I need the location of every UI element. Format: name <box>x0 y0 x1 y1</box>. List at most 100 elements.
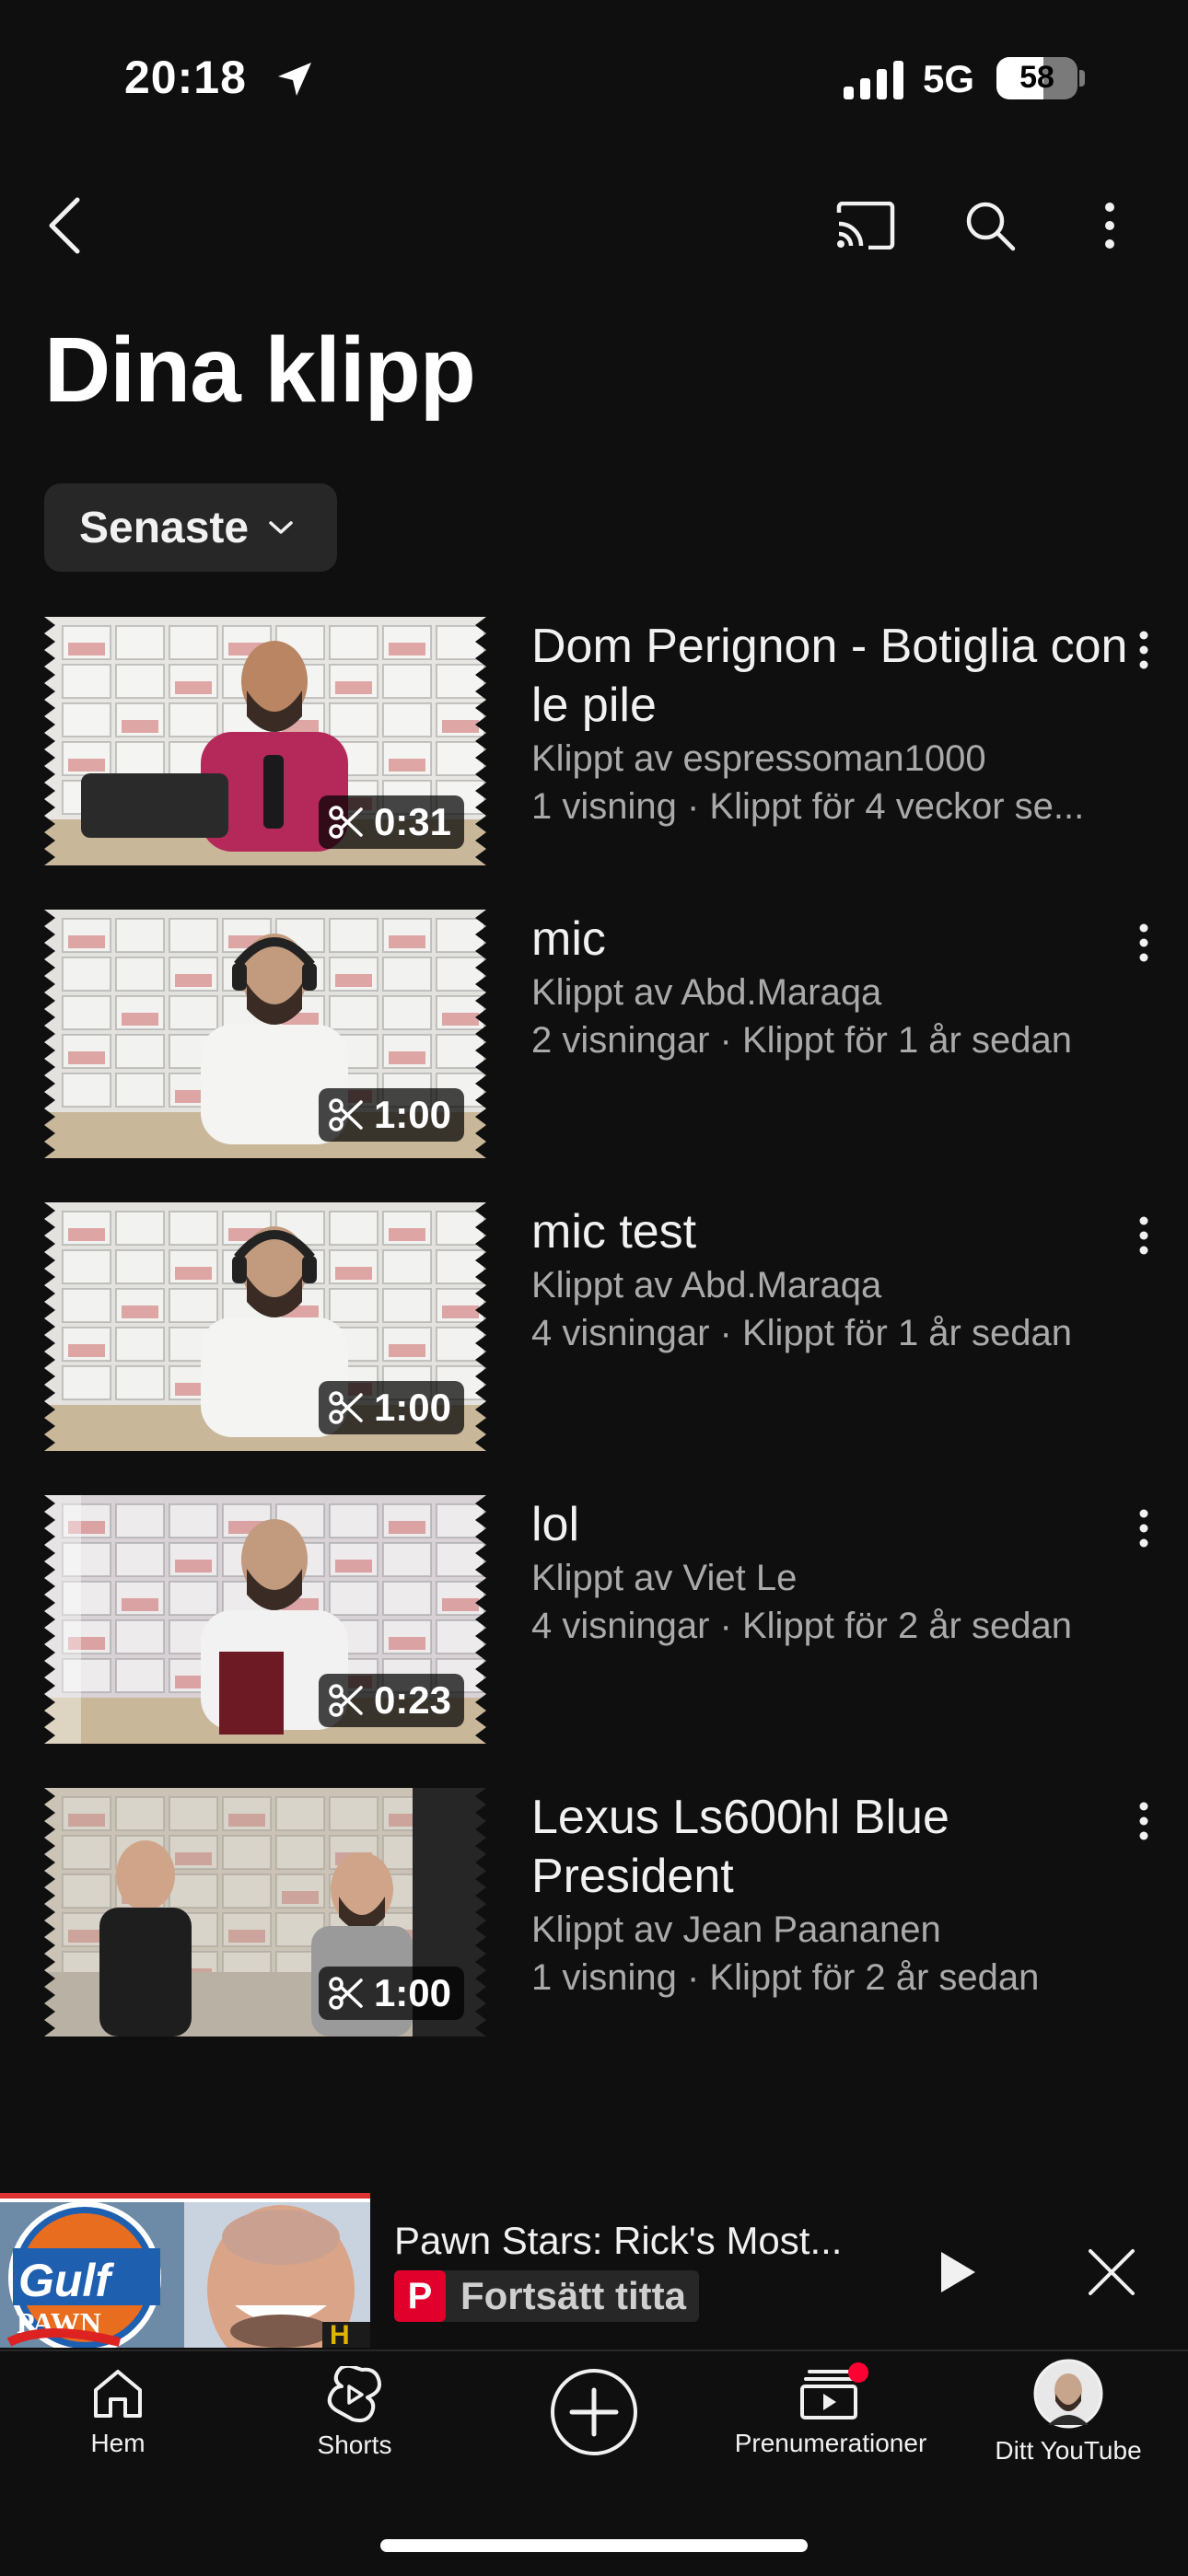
miniplayer-play-button[interactable] <box>926 2237 990 2307</box>
clip-more-button[interactable] <box>1125 1206 1162 1265</box>
close-icon <box>1089 2249 1135 2295</box>
clip-list-item[interactable]: 0:23 lol Klippt av Viet Le 4 visningar · Kl… <box>0 1495 1188 1744</box>
more-vertical-icon <box>1139 923 1148 962</box>
clip-more-button[interactable] <box>1125 913 1162 972</box>
nav-subscriptions[interactable]: Prenumerationer <box>720 2362 941 2477</box>
clip-list-item[interactable]: 1:00 mic test Klippt av Abd.Maraqa 4 visnin… <box>0 1202 1188 1451</box>
scissors-icon <box>329 1391 363 1424</box>
nav-home-label: Hem <box>90 2429 146 2457</box>
clip-stats: 1 visning · Klippt för 2 år sedan <box>531 1957 1040 1998</box>
more-vertical-icon <box>1139 631 1148 669</box>
more-vertical-icon <box>1139 1509 1148 1548</box>
more-options-button[interactable] <box>1077 189 1142 262</box>
clip-more-button[interactable] <box>1125 1499 1162 1558</box>
scissors-icon <box>329 1098 363 1131</box>
clip-thumbnail[interactable]: 1:00 <box>44 1788 486 2036</box>
continue-watching-chip[interactable]: P Fortsätt titta <box>394 2270 699 2322</box>
clip-title: lol <box>531 1498 580 1551</box>
clip-duration-badge: 0:23 <box>318 1674 464 1727</box>
location-arrow-icon <box>278 63 311 96</box>
clip-duration: 0:23 <box>373 1678 451 1722</box>
clip-meta[interactable]: Lexus Ls600hl Blue President Klippt av Je… <box>531 1788 1158 2002</box>
clip-duration: 1:00 <box>373 1971 451 2014</box>
scissors-icon <box>329 806 363 839</box>
clip-duration: 1:00 <box>373 1386 451 1429</box>
clip-author: Klippt av Viet Le <box>531 1558 798 1598</box>
clip-title: Lexus Ls600hl Blue President <box>531 1791 949 1903</box>
page-title: Dina klipp <box>44 319 476 422</box>
clip-title: Dom Perignon - Botiglia con le pile <box>531 620 1128 732</box>
clip-thumbnail[interactable]: 1:00 <box>44 910 486 1158</box>
clip-stats: 2 visningar · Klippt för 1 år sedan <box>531 1020 1072 1061</box>
cast-icon <box>836 202 895 249</box>
nav-you[interactable]: Ditt YouTube <box>958 2359 1179 2477</box>
clip-title: mic <box>531 912 606 966</box>
clip-meta[interactable]: Dom Perignon - Botiglia con le pile Klipp… <box>531 617 1158 830</box>
nav-home[interactable]: Hem <box>7 2366 228 2477</box>
nav-you-label: Ditt YouTube <box>995 2436 1142 2465</box>
clip-author: Klippt av espressoman1000 <box>531 738 986 779</box>
home-icon <box>94 2370 142 2418</box>
nav-shorts-label: Shorts <box>317 2431 392 2459</box>
clip-stats: 4 visningar · Klippt för 1 år sedan <box>531 1313 1072 1353</box>
clip-meta[interactable]: mic test Klippt av Abd.Maraqa 4 visningar … <box>531 1202 1158 1357</box>
play-icon <box>941 2252 975 2292</box>
shorts-icon <box>327 2366 381 2423</box>
channel-badge: P <box>394 2270 446 2322</box>
clip-duration: 1:00 <box>373 1093 451 1136</box>
network-type: 5G <box>923 57 975 100</box>
status-time: 20:18 <box>124 52 247 103</box>
more-vertical-icon <box>1139 1802 1148 1840</box>
back-button[interactable] <box>37 189 92 262</box>
nav-create[interactable] <box>483 2366 705 2477</box>
thumb-gulf-text: Gulf <box>18 2255 114 2306</box>
clip-author: Klippt av Abd.Maraqa <box>531 972 882 1013</box>
clip-author: Klippt av Abd.Maraqa <box>531 1265 882 1305</box>
more-vertical-icon <box>1139 1216 1148 1255</box>
create-icon <box>551 2369 637 2455</box>
cast-button[interactable] <box>829 189 903 262</box>
clip-meta[interactable]: lol Klippt av Viet Le 4 visningar · Klippt… <box>531 1495 1158 1650</box>
clip-list-item[interactable]: 1:00 Lexus Ls600hl Blue President Klippt a… <box>0 1788 1188 2036</box>
clip-duration: 0:31 <box>373 800 451 843</box>
clip-meta[interactable]: mic Klippt av Abd.Maraqa 2 visningar · Kli… <box>531 910 1158 1064</box>
clip-list-item[interactable]: 0:31 Dom Perignon - Botiglia con le pile K… <box>0 617 1188 865</box>
clip-thumbnail[interactable]: 1:00 <box>44 1202 486 1451</box>
clip-more-button[interactable] <box>1125 621 1162 679</box>
svg-text:H: H <box>330 2320 350 2348</box>
miniplayer-close-button[interactable] <box>1079 2237 1144 2307</box>
more-vertical-icon <box>1105 203 1114 249</box>
nav-subscriptions-label: Prenumerationer <box>734 2429 927 2457</box>
chevron-down-icon <box>269 521 293 534</box>
home-indicator <box>380 2539 808 2552</box>
clip-list-item[interactable]: 1:00 mic Klippt av Abd.Maraqa 2 visningar ·… <box>0 910 1188 1158</box>
nav-shorts[interactable]: Shorts <box>244 2366 465 2477</box>
battery-percent: 58 <box>1019 60 1054 95</box>
sort-label: Senaste <box>79 503 250 552</box>
miniplayer-thumbnail[interactable]: Gulf PAWN H <box>0 2193 370 2348</box>
clip-author: Klippt av Jean Paananen <box>531 1909 941 1950</box>
search-button[interactable] <box>953 189 1027 262</box>
clip-duration-badge: 1:00 <box>318 1088 464 1142</box>
clip-more-button[interactable] <box>1125 1792 1162 1851</box>
search-icon <box>966 202 1016 251</box>
clip-title: mic test <box>531 1205 697 1259</box>
scissors-icon <box>329 1977 363 2010</box>
signal-icon <box>844 61 903 99</box>
miniplayer-title[interactable]: Pawn Stars: Rick's Most... <box>394 2219 873 2263</box>
new-content-dot <box>848 2362 868 2383</box>
battery-icon: 58 <box>996 57 1077 99</box>
clip-duration-badge: 1:00 <box>318 1967 464 2020</box>
battery-nub <box>1079 70 1085 87</box>
clip-thumbnail[interactable]: 0:31 <box>44 617 486 865</box>
scissors-icon <box>329 1684 363 1717</box>
back-icon <box>49 197 80 254</box>
clip-thumbnail[interactable]: 0:23 <box>44 1495 486 1744</box>
sort-dropdown[interactable]: Senaste <box>44 483 337 572</box>
clip-duration-badge: 1:00 <box>318 1381 464 1434</box>
clip-duration-badge: 0:31 <box>318 795 464 849</box>
clip-stats: 4 visningar · Klippt för 2 år sedan <box>531 1606 1072 1646</box>
continue-watching-label: Fortsätt titta <box>460 2274 686 2317</box>
clip-stats: 1 visning · Klippt för 4 veckor se... <box>531 786 1085 827</box>
avatar <box>1033 2359 1103 2429</box>
